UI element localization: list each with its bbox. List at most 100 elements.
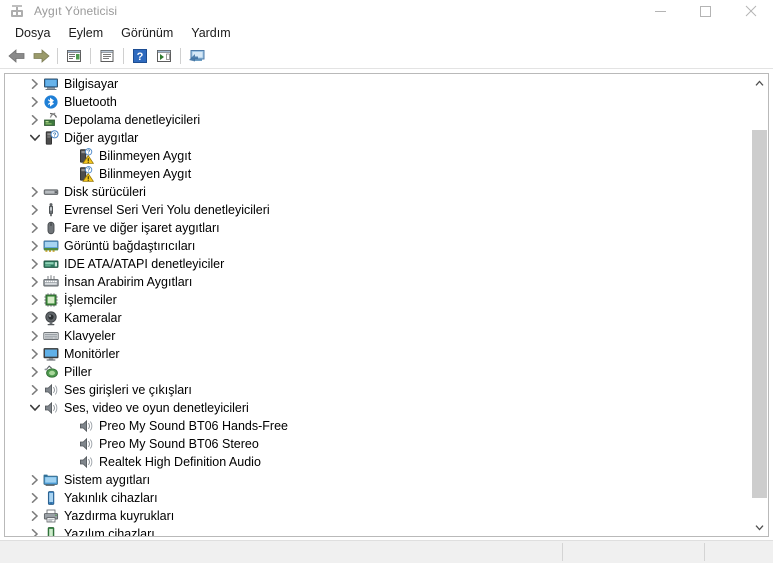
tree-item[interactable]: Fare ve diğer işaret aygıtları <box>5 219 750 237</box>
scrollbar-thumb[interactable] <box>752 129 767 498</box>
tree-panel: Bilgisayar Bluetooth Depolama denetleyicil… <box>4 73 769 537</box>
tree-item-label: Ses, video ve oyun denetleyicileri <box>64 401 249 415</box>
chevron-right-icon[interactable] <box>27 111 43 129</box>
tree-item[interactable]: Bilgisayar <box>5 75 750 93</box>
chevron-right-icon[interactable] <box>27 327 43 345</box>
tree-item-label: Bilinmeyen Aygıt <box>99 167 192 181</box>
menu-item-yardim[interactable]: Yardım <box>182 24 239 43</box>
chevron-right-icon[interactable] <box>27 273 43 291</box>
tree-item[interactable]: Ses girişleri ve çıkışları <box>5 381 750 399</box>
tree-item[interactable]: IDE ATA/ATAPI denetleyiciler <box>5 255 750 273</box>
tree-item-label: İnsan Arabirim Aygıtları <box>64 275 193 289</box>
scan-hardware-changes-button[interactable] <box>152 45 176 67</box>
chevron-right-icon[interactable] <box>27 489 43 507</box>
minimize-button[interactable] <box>638 0 683 22</box>
tree-item-label: Bluetooth <box>64 95 117 109</box>
scroll-up-button[interactable] <box>751 74 768 91</box>
toolbar-separator-1 <box>57 48 58 64</box>
proximity-device-icon <box>43 490 59 506</box>
chevron-right-icon[interactable] <box>27 93 43 111</box>
tree-item-label: Evrensel Seri Veri Yolu denetleyicileri <box>64 203 270 217</box>
maximize-button[interactable] <box>683 0 728 22</box>
chevron-down-icon[interactable] <box>27 399 43 417</box>
forward-button[interactable] <box>29 45 53 67</box>
forward-arrow-icon <box>33 49 50 63</box>
chevron-right-icon[interactable] <box>27 237 43 255</box>
tree-item[interactable]: Monitörler <box>5 345 750 363</box>
usb-controller-icon <box>43 202 59 218</box>
software-device-icon <box>43 526 59 536</box>
tree-item-label: Piller <box>64 365 92 379</box>
help-button[interactable]: ? <box>128 45 152 67</box>
chevron-right-icon[interactable] <box>27 363 43 381</box>
bluetooth-icon <box>43 94 59 110</box>
tree-item[interactable]: ? Bilinmeyen Aygıt <box>5 165 750 183</box>
chevron-right-icon[interactable] <box>27 309 43 327</box>
tree-item[interactable]: Preo My Sound BT06 Stereo <box>5 435 750 453</box>
tree-item-label: Ses girişleri ve çıkışları <box>64 383 192 397</box>
ide-controller-icon <box>43 256 59 272</box>
device-tree[interactable]: Bilgisayar Bluetooth Depolama denetleyicil… <box>5 74 750 536</box>
tree-item-label: Depolama denetleyicileri <box>64 113 201 127</box>
status-panel-2 <box>563 541 704 563</box>
tree-item[interactable]: Sistem aygıtları <box>5 471 750 489</box>
properties-button[interactable] <box>62 45 86 67</box>
tree-item[interactable]: Evrensel Seri Veri Yolu denetleyicileri <box>5 201 750 219</box>
tree-item-label: Görüntü bağdaştırıcıları <box>64 239 196 253</box>
back-button[interactable] <box>5 45 29 67</box>
tree-item[interactable]: ? Diğer aygıtlar <box>5 129 750 147</box>
tree-item[interactable]: Klavyeler <box>5 327 750 345</box>
device-manager-icon <box>9 3 25 19</box>
keyboard-icon <box>43 328 59 344</box>
chevron-right-icon[interactable] <box>27 507 43 525</box>
chevron-right-icon[interactable] <box>27 219 43 237</box>
camera-icon <box>43 310 59 326</box>
show-hide-console-tree-button[interactable] <box>95 45 119 67</box>
chevron-right-icon[interactable] <box>27 525 43 536</box>
tree-item[interactable]: Yazılım cihazları <box>5 525 750 536</box>
menu-item-dosya[interactable]: Dosya <box>6 24 59 43</box>
update-driver-button[interactable] <box>185 45 209 67</box>
chevron-right-icon[interactable] <box>27 381 43 399</box>
tree-item[interactable]: Kameralar <box>5 309 750 327</box>
tree-item[interactable]: Görüntü bağdaştırıcıları <box>5 237 750 255</box>
chevron-right-icon[interactable] <box>27 201 43 219</box>
menu-item-gorunum[interactable]: Görünüm <box>112 24 182 43</box>
tree-item[interactable]: Depolama denetleyicileri <box>5 111 750 129</box>
tree-item[interactable]: İnsan Arabirim Aygıtları <box>5 273 750 291</box>
console-tree-icon <box>100 50 114 62</box>
tree-item-label: Kameralar <box>64 311 122 325</box>
processor-icon <box>43 292 59 308</box>
chevron-right-icon[interactable] <box>27 183 43 201</box>
disk-drive-icon <box>43 184 59 200</box>
maximize-icon <box>700 5 711 17</box>
chevron-down-icon[interactable] <box>27 129 43 147</box>
tree-item[interactable]: Disk sürücüleri <box>5 183 750 201</box>
vertical-scrollbar[interactable] <box>750 74 768 536</box>
tree-item[interactable]: Yakınlık cihazları <box>5 489 750 507</box>
caption-buttons <box>638 0 773 22</box>
chevron-right-icon[interactable] <box>27 255 43 273</box>
tree-item[interactable]: Bluetooth <box>5 93 750 111</box>
tree-item[interactable]: Realtek High Definition Audio <box>5 453 750 471</box>
close-icon <box>745 5 756 17</box>
chevron-right-icon[interactable] <box>27 75 43 93</box>
tree-item[interactable]: Ses, video ve oyun denetleyicileri <box>5 399 750 417</box>
menu-item-eylem[interactable]: Eylem <box>59 24 112 43</box>
speaker-icon <box>43 400 59 416</box>
tree-item[interactable]: İşlemciler <box>5 291 750 309</box>
chevron-right-icon[interactable] <box>27 291 43 309</box>
tree-item[interactable]: ? Bilinmeyen Aygıt <box>5 147 750 165</box>
tree-item[interactable]: Piller <box>5 363 750 381</box>
tree-item[interactable]: Preo My Sound BT06 Hands-Free <box>5 417 750 435</box>
speaker-icon <box>78 454 94 470</box>
chevron-right-icon[interactable] <box>27 345 43 363</box>
scrollbar-track[interactable] <box>751 91 768 519</box>
scroll-down-button[interactable] <box>751 519 768 536</box>
chevron-right-icon[interactable] <box>27 471 43 489</box>
close-button[interactable] <box>728 0 773 22</box>
tree-item-label: Preo My Sound BT06 Stereo <box>99 437 259 451</box>
tree-item[interactable]: Yazdırma kuyrukları <box>5 507 750 525</box>
